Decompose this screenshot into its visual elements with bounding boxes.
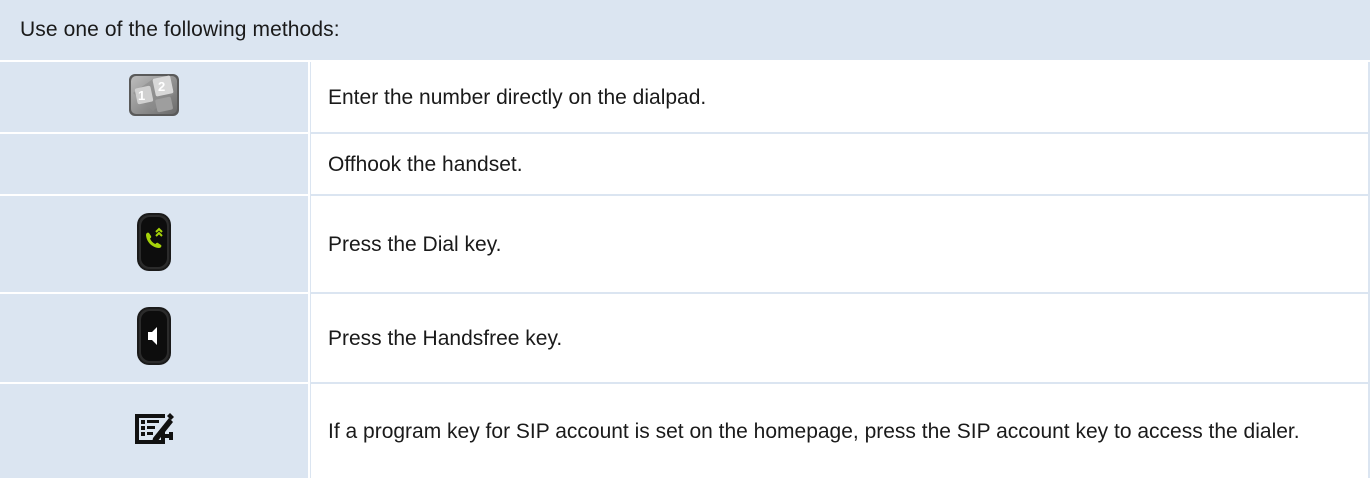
icon-cell <box>0 294 310 382</box>
table-row: Press the Dial key. <box>0 196 1370 292</box>
svg-text:1: 1 <box>138 88 145 103</box>
icon-cell <box>0 196 310 292</box>
icon-cell: 1 2 <box>0 62 310 132</box>
icon-cell <box>0 134 310 194</box>
icon-cell <box>0 384 310 478</box>
sip-account-icon <box>133 410 175 453</box>
dialpad-icon: 1 2 <box>127 71 181 124</box>
row-text: If a program key for SIP account is set … <box>310 384 1370 478</box>
header-title: Use one of the following methods: <box>20 18 340 41</box>
methods-table: Use one of the following methods: 1 2 En… <box>0 0 1370 478</box>
svg-text:2: 2 <box>158 79 165 94</box>
table-row: If a program key for SIP account is set … <box>0 384 1370 478</box>
row-text: Press the Dial key. <box>310 196 1370 292</box>
table-row: 1 2 Enter the number directly on the dia… <box>0 62 1370 132</box>
table-row: Press the Handsfree key. <box>0 294 1370 382</box>
table-row: Offhook the handset. <box>0 134 1370 194</box>
handsfree-key-icon <box>136 306 172 371</box>
row-text: Press the Handsfree key. <box>310 294 1370 382</box>
dial-key-icon <box>136 212 172 277</box>
table-header: Use one of the following methods: <box>0 0 1370 62</box>
row-text: Enter the number directly on the dialpad… <box>310 62 1370 132</box>
row-text: Offhook the handset. <box>310 134 1370 194</box>
